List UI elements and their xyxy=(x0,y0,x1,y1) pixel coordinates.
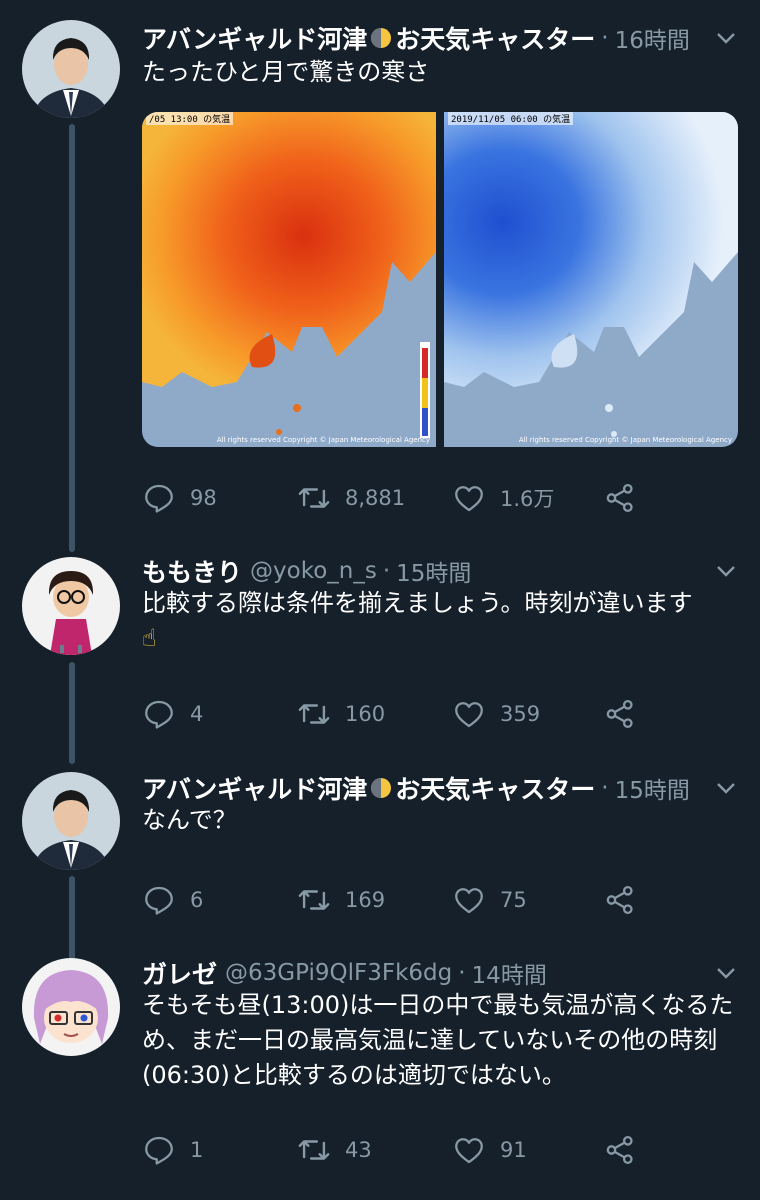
moon-icon xyxy=(371,778,392,798)
timestamp[interactable]: 15時間 xyxy=(396,554,471,588)
chevron-down-icon[interactable] xyxy=(714,776,738,800)
display-name-text: アバンギャルド河津 xyxy=(142,25,368,54)
display-name-suffix: お天気キャスター xyxy=(395,25,596,54)
user-handle[interactable]: @63GPi9QlF3Fk6dg xyxy=(225,960,452,986)
retweet-button[interactable]: 169 xyxy=(297,880,385,920)
moon-icon xyxy=(371,28,392,48)
like-button[interactable]: 75 xyxy=(452,880,527,920)
display-name-suffix: お天気キャスター xyxy=(395,775,596,804)
reply-button[interactable]: 98 xyxy=(142,478,217,518)
reply-icon xyxy=(145,700,173,729)
reply-count: 4 xyxy=(190,702,204,726)
retweet-icon xyxy=(298,890,330,910)
temperature-map-cold[interactable]: 2019/11/05 06:00 の気温 All rights reserved… xyxy=(444,112,738,447)
map-label-cold: 2019/11/05 06:00 の気温 xyxy=(448,112,574,125)
tweet-text: 比較する際は条件を揃えましょう。時刻が違います ☝ xyxy=(142,586,740,656)
share-button[interactable] xyxy=(603,694,637,734)
tweet[interactable]: アバンギャルド河津 お天気キャスター · 16時間 たったひと月で驚きの寒さ /… xyxy=(0,0,760,540)
avatar[interactable] xyxy=(22,772,120,870)
share-icon xyxy=(606,1135,633,1165)
tweet-text: たったひと月で驚きの寒さ xyxy=(142,58,430,86)
reply-icon xyxy=(145,886,173,915)
reply-button[interactable]: 4 xyxy=(142,694,203,734)
retweet-button[interactable]: 160 xyxy=(297,694,385,734)
chevron-down-icon[interactable] xyxy=(714,559,738,583)
timestamp[interactable]: 14時間 xyxy=(472,956,547,990)
pointing-up-emoji: ☝ xyxy=(142,624,157,652)
like-button[interactable]: 359 xyxy=(452,694,540,734)
like-button[interactable]: 91 xyxy=(452,1130,527,1170)
like-icon xyxy=(455,486,483,512)
retweet-icon xyxy=(298,488,330,508)
reply-count: 1 xyxy=(190,1138,204,1162)
timestamp[interactable]: 15時間 xyxy=(615,771,690,805)
like-count: 91 xyxy=(500,1138,527,1162)
avatar[interactable] xyxy=(22,557,120,655)
separator-dot: · xyxy=(382,558,391,584)
retweet-count: 43 xyxy=(345,1138,372,1162)
tweet-text: そもそも昼(13:00)は一日の中で最も気温が高くなるため、まだ一日の最高気温に… xyxy=(142,991,734,1089)
tweet[interactable]: ももきり @yoko_n_s · 15時間 比較する際は条件を揃えましょう。時刻… xyxy=(0,555,760,755)
reply-button[interactable]: 1 xyxy=(142,1130,203,1170)
tweet-actions: 6 169 75 xyxy=(142,880,642,920)
share-button[interactable] xyxy=(603,478,637,518)
tweet-text: なんで？ xyxy=(142,806,237,834)
reply-count: 98 xyxy=(190,486,217,510)
reply-icon xyxy=(145,484,173,513)
reply-count: 6 xyxy=(190,888,204,912)
retweet-icon xyxy=(298,1140,330,1160)
like-icon xyxy=(455,702,483,728)
map-label-warm: /05 13:00 の気温 xyxy=(146,112,234,125)
share-icon xyxy=(606,885,633,915)
tweet[interactable]: ガレゼ @63GPi9QlF3Fk6dg · 14時間 そもそも昼(13:00)… xyxy=(0,955,760,1200)
avatar[interactable] xyxy=(22,958,120,1056)
retweet-count: 169 xyxy=(345,888,386,912)
display-name-text: アバンギャルド河津 xyxy=(142,775,368,804)
share-icon xyxy=(606,699,633,729)
display-name[interactable]: ももきり xyxy=(142,553,242,589)
share-button[interactable] xyxy=(603,1130,637,1170)
chevron-down-icon[interactable] xyxy=(714,26,738,50)
display-name[interactable]: アバンギャルド河津 お天気キャスター xyxy=(142,770,595,806)
separator-dot: · xyxy=(601,25,609,51)
separator-dot: · xyxy=(458,960,466,986)
like-count: 75 xyxy=(500,888,527,912)
tweet-media[interactable]: /05 13:00 の気温 All rights reserved Copyri… xyxy=(142,112,738,447)
map-copyright: All rights reserved Copyright © Japan Me… xyxy=(216,436,430,444)
display-name[interactable]: アバンギャルド河津 お天気キャスター xyxy=(142,20,595,56)
tweet-actions: 98 8,881 1.6万 xyxy=(142,478,642,518)
retweet-button[interactable]: 8,881 xyxy=(297,478,405,518)
tweet-actions: 1 43 91 xyxy=(142,1130,642,1170)
tweet[interactable]: アバンギャルド河津 お天気キャスター · 15時間 なんで？ 6 169 75 xyxy=(0,770,760,940)
user-handle[interactable]: @yoko_n_s xyxy=(250,558,377,584)
display-name[interactable]: ガレゼ xyxy=(142,955,217,991)
avatar[interactable] xyxy=(22,20,120,118)
separator-dot: · xyxy=(601,775,609,801)
reply-icon xyxy=(145,1136,173,1165)
like-button[interactable]: 1.6万 xyxy=(452,478,554,518)
retweet-count: 160 xyxy=(345,702,386,726)
like-icon xyxy=(455,888,483,914)
timestamp[interactable]: 16時間 xyxy=(615,21,690,55)
tweet-text-body: 比較する際は条件を揃えましょう。時刻が違います xyxy=(142,589,693,617)
like-count: 359 xyxy=(500,702,541,726)
retweet-icon xyxy=(298,704,330,724)
reply-button[interactable]: 6 xyxy=(142,880,203,920)
map-copyright: All rights reserved Copyright © Japan Me… xyxy=(518,436,732,444)
share-icon xyxy=(606,483,633,513)
like-count: 1.6万 xyxy=(500,487,555,511)
tweet-actions: 4 160 359 xyxy=(142,694,642,734)
chevron-down-icon[interactable] xyxy=(714,961,738,985)
like-icon xyxy=(455,1138,483,1164)
retweet-button[interactable]: 43 xyxy=(297,1130,372,1170)
retweet-count: 8,881 xyxy=(345,486,406,510)
share-button[interactable] xyxy=(603,880,637,920)
temperature-map-warm[interactable]: /05 13:00 の気温 All rights reserved Copyri… xyxy=(142,112,436,447)
